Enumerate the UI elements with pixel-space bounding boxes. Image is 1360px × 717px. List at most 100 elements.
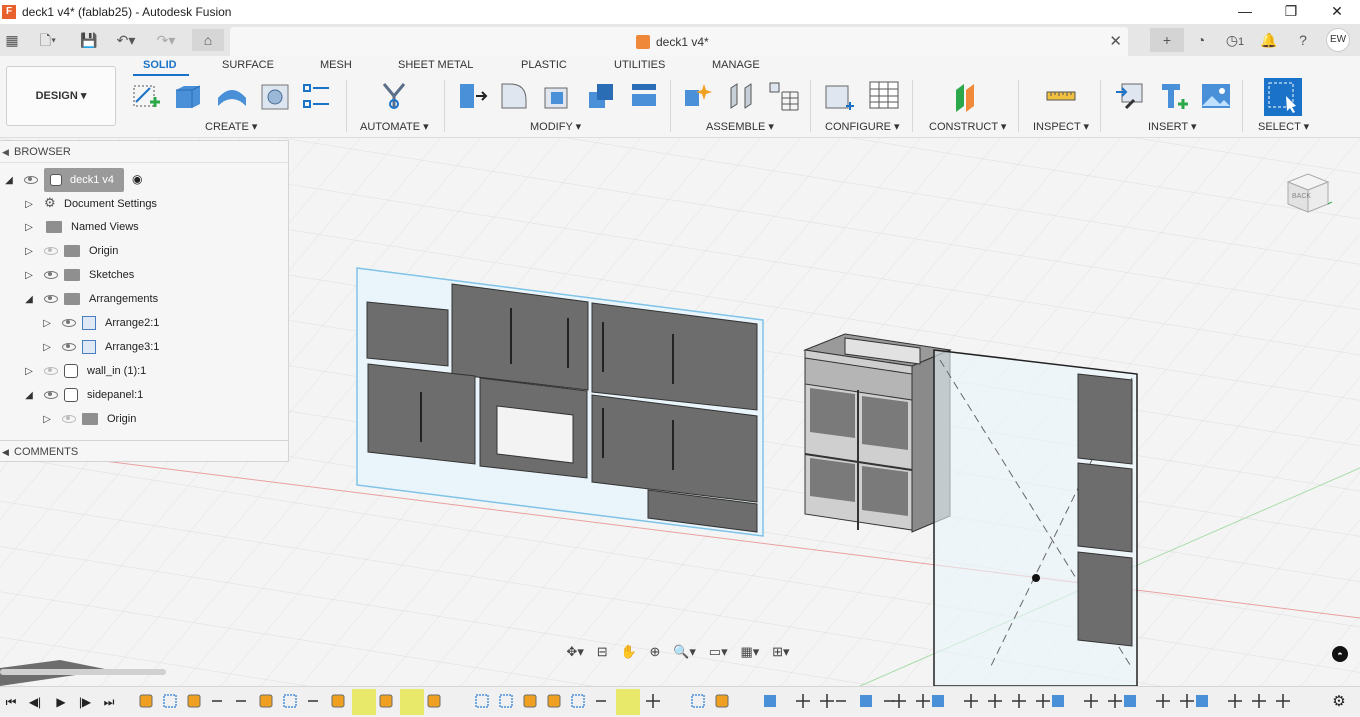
visibility-eye-icon[interactable]: [44, 295, 58, 304]
tab-utilities[interactable]: UTILITIES: [614, 59, 665, 71]
pan-icon[interactable]: ✋: [620, 644, 636, 660]
insert-canvas-icon[interactable]: [1200, 80, 1232, 112]
comments-panel-header[interactable]: ◀ COMMENTS: [0, 440, 289, 462]
tree-item-sidepanel[interactable]: ◢ sidepanel:1: [24, 383, 143, 407]
document-tab[interactable]: deck1 v4* ✕: [230, 27, 1128, 56]
user-avatar[interactable]: EW: [1326, 28, 1350, 52]
offset-face-icon[interactable]: [628, 80, 660, 112]
expand-icon[interactable]: ▷: [24, 193, 34, 217]
root-component-chip[interactable]: deck1 v4: [44, 168, 125, 192]
step-back-icon[interactable]: ◀|: [26, 692, 44, 712]
assemble-group-label[interactable]: ASSEMBLE ▾: [706, 120, 774, 133]
tab-plastic[interactable]: PLASTIC: [521, 59, 567, 71]
tree-item-origin[interactable]: ▷ Origin: [24, 239, 118, 263]
display-settings-icon[interactable]: ▭▾: [709, 644, 728, 660]
maximize-button[interactable]: ❐: [1268, 0, 1314, 24]
modify-group-label[interactable]: MODIFY ▾: [530, 120, 581, 133]
tree-root[interactable]: ◢ deck1 v4 ◉: [4, 167, 143, 193]
visibility-eye-icon[interactable]: [62, 343, 76, 352]
look-at-icon[interactable]: ⊟: [597, 644, 608, 660]
press-pull-icon[interactable]: [456, 80, 488, 112]
configure-icon[interactable]: [824, 80, 856, 112]
expand-icon[interactable]: ▷: [24, 264, 34, 288]
save-icon[interactable]: 💾: [78, 29, 100, 51]
file-menu-icon[interactable]: 🗋▾: [32, 29, 64, 51]
tree-item-wall-in[interactable]: ▷ wall_in (1):1: [24, 359, 146, 383]
timeline-features[interactable]: [136, 687, 1316, 717]
shell-icon[interactable]: [541, 80, 573, 112]
tree-item-arrange2[interactable]: ▷ Arrange2:1: [42, 311, 159, 335]
configuration-table-icon[interactable]: [868, 80, 900, 112]
collapse-triangle-icon[interactable]: ◀: [2, 141, 9, 163]
configure-group-label[interactable]: CONFIGURE ▾: [825, 120, 900, 133]
visibility-eye-icon[interactable]: [44, 391, 58, 400]
automate-group-label[interactable]: AUTOMATE ▾: [360, 120, 429, 133]
activate-radio-icon[interactable]: ◉: [132, 172, 142, 186]
browser-header[interactable]: ◀ BROWSER: [0, 141, 288, 163]
orbit-icon[interactable]: ✥▾: [566, 644, 583, 660]
notifications-bell-icon[interactable]: 🔔: [1252, 32, 1286, 49]
home-icon[interactable]: ⌂: [192, 29, 224, 51]
expand-icon[interactable]: ▷: [42, 336, 52, 360]
extensions-icon[interactable]: ◔: [1184, 32, 1218, 48]
timeline-settings-gear-icon[interactable]: ⚙: [1330, 692, 1348, 712]
grid-menu-icon[interactable]: ▦: [2, 29, 22, 51]
select-icon[interactable]: [1264, 78, 1302, 116]
automate-icon[interactable]: [378, 80, 410, 112]
go-to-end-icon[interactable]: ⏭: [100, 692, 118, 712]
extrude-icon[interactable]: [172, 80, 204, 112]
tree-item-arrange3[interactable]: ▷ Arrange3:1: [42, 335, 159, 359]
visibility-eye-off-icon[interactable]: [44, 247, 58, 256]
tree-item-sketches[interactable]: ▷ Sketches: [24, 263, 134, 287]
construct-group-label[interactable]: CONSTRUCT ▾: [929, 120, 1006, 133]
assistant-chat-icon[interactable]: ◓: [1332, 646, 1348, 662]
offset-plane-icon[interactable]: [952, 80, 984, 112]
zoom-icon[interactable]: 🔍▾: [673, 644, 696, 660]
inspect-group-label[interactable]: INSPECT ▾: [1033, 120, 1089, 133]
pattern-icon[interactable]: [301, 80, 333, 112]
tab-sheet-metal[interactable]: SHEET METAL: [398, 59, 473, 71]
new-tab-icon[interactable]: +: [1150, 28, 1184, 52]
expand-icon[interactable]: ▷: [24, 360, 34, 384]
measure-icon[interactable]: [1045, 80, 1077, 112]
visibility-eye-icon[interactable]: [24, 176, 38, 185]
expand-icon[interactable]: ▷: [24, 240, 34, 264]
visibility-eye-icon[interactable]: [44, 271, 58, 280]
zoom-window-icon[interactable]: ⊕: [649, 644, 660, 660]
help-icon[interactable]: ?: [1286, 32, 1320, 48]
insert-mcmaster-icon[interactable]: [1158, 80, 1190, 112]
shelf-assembly[interactable]: [803, 333, 952, 533]
tab-manage[interactable]: MANAGE: [712, 59, 760, 71]
collapse-icon[interactable]: ◢: [24, 384, 34, 408]
expand-icon[interactable]: ▷: [42, 408, 52, 432]
redo-icon[interactable]: ↷▾: [150, 29, 182, 51]
collapse-icon[interactable]: ◢: [4, 169, 14, 193]
hole-icon[interactable]: [259, 80, 291, 112]
fillet-icon[interactable]: [498, 80, 530, 112]
new-component-icon[interactable]: [682, 80, 714, 112]
tab-solid[interactable]: SOLID: [143, 59, 177, 71]
grid-settings-icon[interactable]: ▦▾: [740, 644, 759, 660]
step-forward-icon[interactable]: |▶: [76, 692, 94, 712]
tree-item-sidepanel-origin[interactable]: ▷ Origin: [42, 407, 136, 431]
insert-group-label[interactable]: INSERT ▾: [1148, 120, 1197, 133]
create-sketch-icon[interactable]: [130, 80, 162, 112]
tree-item-document-settings[interactable]: ▷ ⚙ Document Settings: [24, 191, 157, 215]
go-to-start-icon[interactable]: ⏮: [2, 692, 20, 712]
tab-mesh[interactable]: MESH: [320, 59, 352, 71]
visibility-eye-off-icon[interactable]: [62, 415, 76, 424]
revolve-icon[interactable]: [216, 80, 248, 112]
combine-icon[interactable]: [585, 80, 617, 112]
play-icon[interactable]: ▶: [52, 692, 70, 712]
tree-item-arrangements[interactable]: ◢ Arrangements: [24, 287, 158, 311]
close-tab-icon[interactable]: ✕: [1109, 32, 1122, 50]
visibility-eye-icon[interactable]: [62, 319, 76, 328]
sidepanel-sketch[interactable]: [933, 349, 1138, 686]
joint-icon[interactable]: [725, 80, 757, 112]
viewports-icon[interactable]: ⊞▾: [772, 644, 789, 660]
insert-derive-icon[interactable]: [1114, 80, 1146, 112]
horizontal-scrollbar[interactable]: [0, 669, 166, 675]
tab-surface[interactable]: SURFACE: [222, 59, 274, 71]
close-window-button[interactable]: ✕: [1314, 0, 1360, 24]
collapse-triangle-icon[interactable]: ◀: [2, 441, 9, 463]
